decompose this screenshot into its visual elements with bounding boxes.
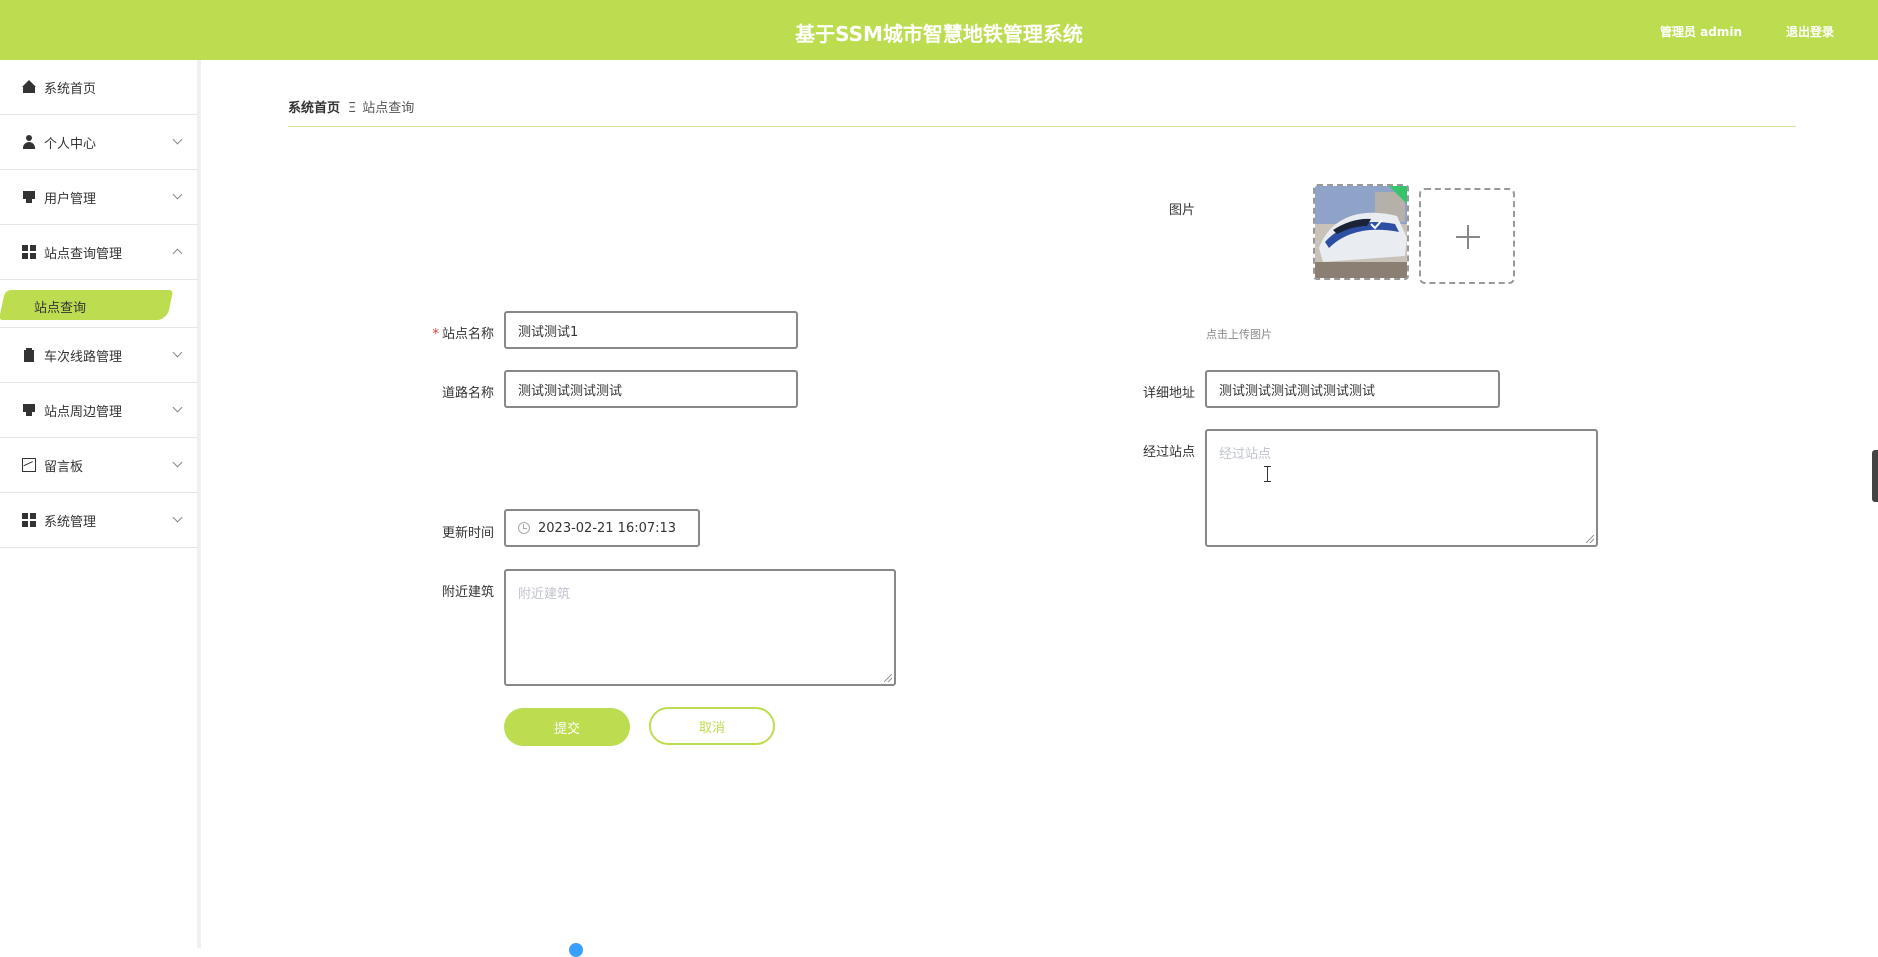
- sidebar-item-label: 站点查询管理: [44, 246, 123, 262]
- block-icon: [22, 403, 36, 417]
- image-label: 图片: [1168, 203, 1195, 218]
- sidebar-item-message-board[interactable]: 留言板: [0, 438, 197, 493]
- sidebar-item-users[interactable]: 用户管理: [0, 170, 197, 225]
- sidebar-item-label: 站点查询: [34, 301, 87, 316]
- sidebar-item-personal[interactable]: 个人中心: [0, 115, 197, 170]
- chevron-down-icon: [172, 512, 183, 523]
- sidebar-item-label: 站点周边管理: [44, 404, 123, 420]
- chart-icon: [22, 458, 36, 472]
- block-icon: [22, 190, 36, 204]
- submit-button[interactable]: 提交: [504, 708, 630, 746]
- sidebar-item-label: 系统管理: [44, 514, 97, 530]
- sidebar: 系统首页 个人中心 用户管理 站点查询管理 站点查询 车次线路管理 站点周边管理…: [0, 60, 201, 948]
- passing-stations-textarea[interactable]: 经过站点: [1205, 429, 1598, 547]
- nearby-buildings-placeholder: 附近建筑: [518, 587, 571, 602]
- scrollbar-handle[interactable]: [1872, 450, 1878, 502]
- upload-image-button[interactable]: [1419, 188, 1515, 284]
- sidebar-item-station-surroundings[interactable]: 站点周边管理: [0, 383, 197, 438]
- chevron-down-icon: [172, 134, 183, 145]
- sidebar-item-train-routes[interactable]: 车次线路管理: [0, 328, 197, 383]
- app-title: 基于SSM城市智慧地铁管理系统: [795, 22, 1083, 46]
- station-name-label: * 站点名称: [432, 327, 494, 342]
- required-mark: *: [432, 327, 439, 342]
- address-input[interactable]: 测试测试测试测试测试测试: [1205, 370, 1500, 408]
- active-highlight: [0, 290, 174, 320]
- sidebar-item-label: 留言板: [44, 459, 84, 475]
- breadcrumb-separator: Ξ: [348, 101, 357, 116]
- uploaded-image-thumbnail[interactable]: [1313, 184, 1409, 280]
- resize-grip-icon[interactable]: [1586, 535, 1594, 543]
- chevron-down-icon: [172, 457, 183, 468]
- address-label: 详细地址: [1142, 386, 1195, 401]
- indicator-dot: [569, 943, 583, 957]
- road-name-label: 道路名称: [441, 386, 494, 401]
- update-time-label: 更新时间: [441, 526, 494, 541]
- road-name-input[interactable]: 测试测试测试测试: [504, 370, 798, 408]
- text-cursor-icon: [1264, 466, 1271, 482]
- sidebar-item-system-mgmt[interactable]: 系统管理: [0, 493, 197, 548]
- sidebar-item-label: 用户管理: [44, 191, 97, 207]
- breadcrumb-home[interactable]: 系统首页: [288, 101, 340, 116]
- resize-grip-icon[interactable]: [884, 674, 892, 682]
- logout-link[interactable]: 退出登录: [1786, 23, 1834, 40]
- sidebar-item-label: 车次线路管理: [44, 349, 123, 365]
- chevron-down-icon: [172, 347, 183, 358]
- sidebar-item-station-query-mgmt[interactable]: 站点查询管理: [0, 225, 197, 280]
- user-icon: [22, 135, 36, 149]
- update-time-picker[interactable]: 2023-02-21 16:07:13: [504, 509, 700, 547]
- nearby-buildings-label: 附近建筑: [441, 585, 494, 600]
- chevron-down-icon: [172, 402, 183, 413]
- breadcrumb: 系统首页 Ξ 站点查询: [288, 97, 414, 116]
- train-image: [1315, 186, 1407, 278]
- top-header: 基于SSM城市智慧地铁管理系统 管理员 admin 退出登录: [0, 0, 1878, 60]
- home-icon: [22, 80, 36, 94]
- chevron-up-icon: [172, 248, 183, 259]
- passing-stations-placeholder: 经过站点: [1219, 447, 1272, 462]
- chevron-down-icon: [172, 189, 183, 200]
- sidebar-item-label: 系统首页: [44, 81, 97, 97]
- grid-icon: [22, 245, 36, 259]
- sidebar-subitem-station-query[interactable]: 站点查询: [0, 280, 197, 328]
- cancel-button[interactable]: 取消: [649, 707, 775, 745]
- grid-icon: [22, 513, 36, 527]
- breadcrumb-divider: [288, 126, 1796, 127]
- sidebar-item-home[interactable]: 系统首页: [0, 60, 197, 115]
- clock-icon: [518, 522, 530, 534]
- station-name-input[interactable]: 测试测试1: [504, 311, 798, 349]
- upload-hint: 点击上传图片: [1206, 328, 1272, 341]
- nearby-buildings-textarea[interactable]: 附近建筑: [504, 569, 896, 686]
- update-time-value: 2023-02-21 16:07:13: [538, 520, 677, 536]
- admin-label: 管理员 admin: [1660, 25, 1743, 39]
- sidebar-item-label: 个人中心: [44, 136, 97, 152]
- passing-stations-label: 经过站点: [1142, 445, 1195, 460]
- breadcrumb-current: 站点查询: [362, 101, 415, 116]
- clipboard-icon: [22, 348, 36, 362]
